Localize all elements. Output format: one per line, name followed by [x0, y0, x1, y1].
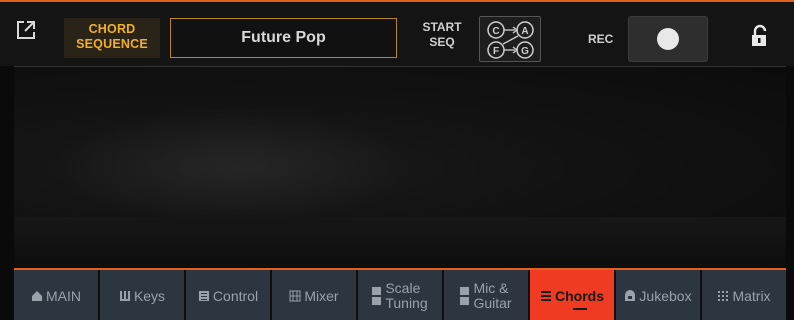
home-icon: [32, 291, 42, 301]
matrix-icon: [718, 291, 729, 301]
chord-sequence-button[interactable]: CHORD SEQUENCE: [64, 18, 160, 58]
tab-label: Jukebox: [639, 287, 692, 304]
tab-jukebox[interactable]: Jukebox: [616, 270, 702, 320]
tab-control[interactable]: Control: [186, 270, 272, 320]
seq-letter-g: G: [521, 46, 529, 57]
seq-letter-a: A: [521, 26, 528, 37]
scale-icon: [372, 287, 382, 305]
top-toolbar: CHORD SEQUENCE Future Pop START SEQ C A …: [0, 0, 794, 66]
keys-icon: [119, 291, 130, 301]
tab-label: Mixer: [304, 287, 339, 304]
tab-label: Matrix: [732, 287, 771, 304]
tab-chords[interactable]: Chords: [530, 270, 616, 320]
control-icon: [198, 291, 209, 301]
unlocked-padlock-icon[interactable]: [748, 24, 780, 56]
mic-icon: [460, 287, 470, 305]
tab-label-line1: Mic &: [473, 280, 509, 296]
record-button[interactable]: [628, 16, 708, 62]
style-name-text: Future Pop: [241, 29, 326, 46]
tab-label-line1: Scale: [385, 280, 421, 296]
mixer-icon: [289, 290, 301, 302]
tab-scale-tuning[interactable]: Scale Tuning: [358, 270, 444, 320]
tab-mic-guitar[interactable]: Mic & Guitar: [444, 270, 530, 320]
jukebox-icon: [625, 290, 636, 301]
seq-letter-f: F: [493, 46, 499, 57]
chord-sequence-label-line1: CHORD: [88, 22, 136, 36]
start-seq-line1: START: [422, 20, 462, 34]
bottom-tab-bar: MAIN Keys Control Mixer Scale Tuning Mic…: [14, 268, 786, 320]
seq-letter-c: C: [492, 26, 499, 37]
record-dot-icon: [657, 28, 679, 50]
start-seq-line2: SEQ: [429, 35, 455, 49]
tab-matrix[interactable]: Matrix: [702, 270, 786, 320]
tab-label-line2: Tuning: [385, 295, 428, 311]
tab-mixer[interactable]: Mixer: [272, 270, 358, 320]
start-sequence-button[interactable]: C A F G: [479, 16, 541, 62]
tab-label: Keys: [133, 287, 166, 304]
chord-sequence-label-line2: SEQUENCE: [76, 37, 148, 51]
tab-label: MAIN: [46, 287, 81, 304]
tab-main[interactable]: MAIN: [14, 270, 100, 320]
expand-arrow-icon[interactable]: [10, 14, 42, 46]
start-seq-label: START SEQ: [412, 20, 472, 56]
tab-label: Chords: [555, 287, 604, 310]
chord-sequence-icon: C A F G: [487, 21, 534, 59]
chords-icon: [541, 291, 551, 301]
video-hand-image: [54, 107, 414, 227]
tab-label-line2: Guitar: [473, 295, 512, 311]
style-name-field[interactable]: Future Pop: [170, 18, 397, 58]
tab-keys[interactable]: Keys: [100, 270, 186, 320]
rec-label: REC: [588, 32, 614, 46]
video-keyboard-image: [14, 217, 786, 268]
video-background: [14, 66, 786, 268]
tab-label: Control: [212, 287, 259, 304]
